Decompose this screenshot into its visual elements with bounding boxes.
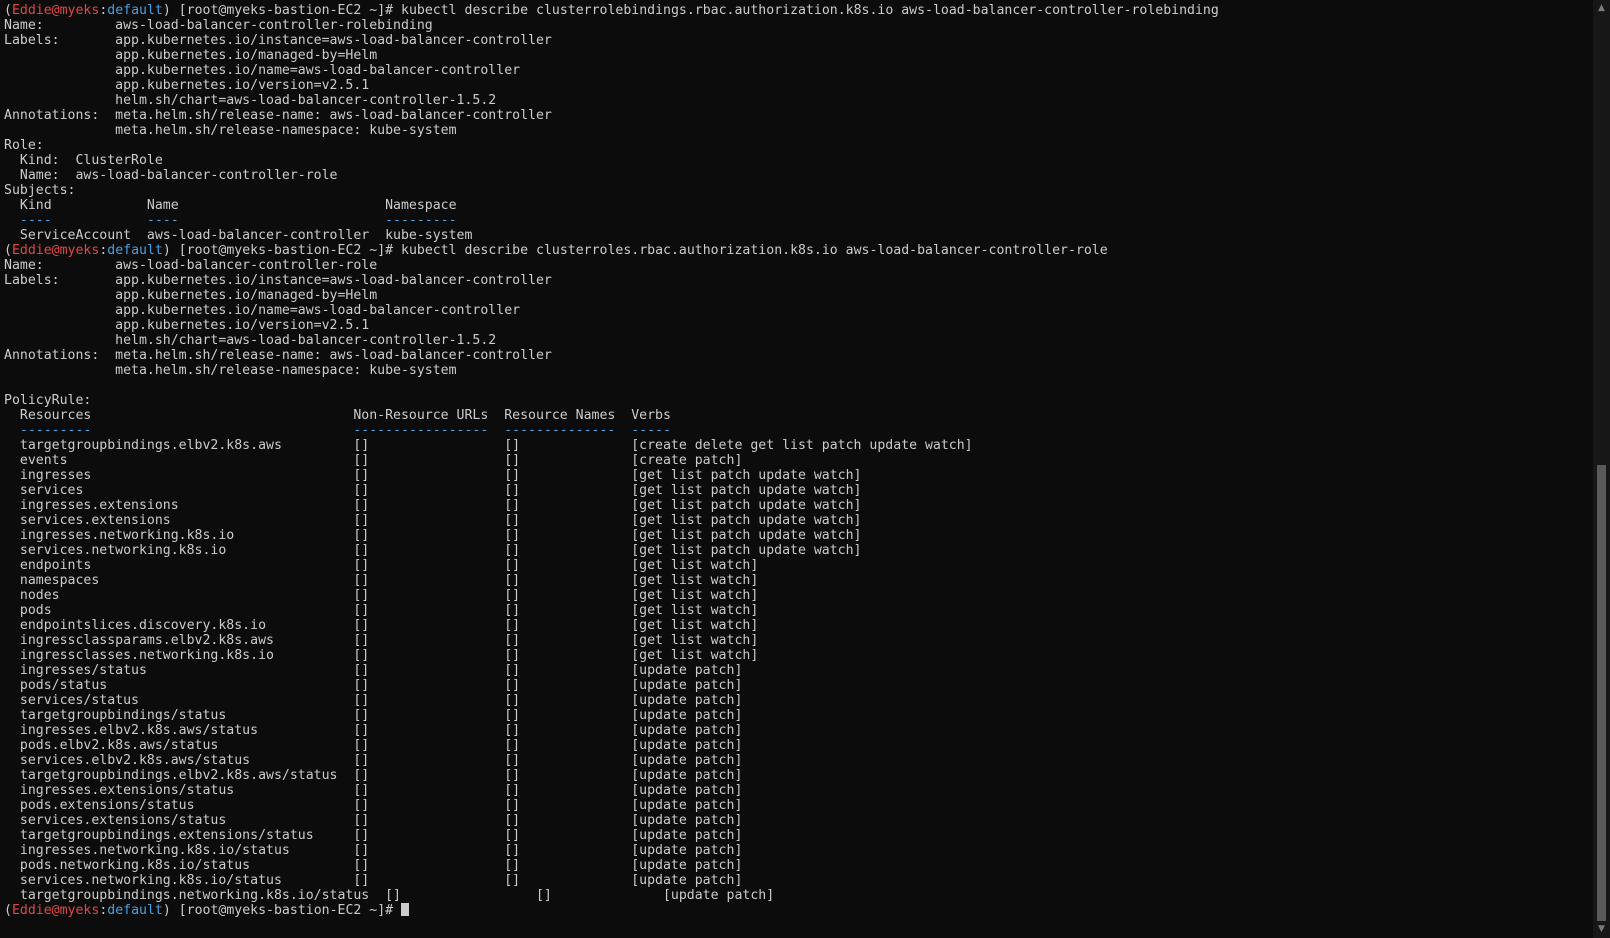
- output-line: app.kubernetes.io/name=aws-load-balancer…: [4, 303, 521, 318]
- policy-row: ingresses [] [] [get list patch update w…: [4, 468, 862, 483]
- prompt-context: default: [107, 903, 163, 918]
- policy-row: services.networking.k8s.io [] [] [get li…: [4, 543, 862, 558]
- output-line: app.kubernetes.io/name=aws-load-balancer…: [4, 63, 521, 78]
- prompt-host: myeks: [59, 903, 100, 918]
- prompt-context: default: [107, 243, 163, 258]
- output-line: Labels: app.kubernetes.io/instance=aws-l…: [4, 273, 552, 288]
- policy-row: events [] [] [create patch]: [4, 453, 743, 468]
- output-line: helm.sh/chart=aws-load-balancer-controll…: [4, 93, 497, 108]
- prompt-user: Eddie: [11, 3, 52, 18]
- policy-rows: targetgroupbindings.elbv2.k8s.aws [] [] …: [4, 438, 1589, 903]
- prompt-open: (: [4, 243, 12, 258]
- output-line: Annotations: meta.helm.sh/release-name: …: [4, 348, 552, 363]
- command-1: kubectl describe clusterrolebindings.rba…: [401, 3, 1219, 18]
- policy-row: services.elbv2.k8s.aws/status [] [] [upd…: [4, 753, 743, 768]
- policy-row: pods [] [] [get list watch]: [4, 603, 759, 618]
- policy-row: nodes [] [] [get list watch]: [4, 588, 759, 603]
- policy-row: targetgroupbindings.extensions/status []…: [4, 828, 743, 843]
- command-2: kubectl describe clusterroles.rbac.autho…: [401, 243, 1108, 258]
- prompt-at: @: [51, 3, 60, 18]
- terminal-output: (Eddie@myeks:default) [root@myeks-bastio…: [4, 3, 1589, 918]
- prompt-at: @: [51, 243, 60, 258]
- policy-row: endpoints [] [] [get list watch]: [4, 558, 759, 573]
- output-line: app.kubernetes.io/managed-by=Helm: [4, 48, 378, 63]
- policy-row: pods.extensions/status [] [] [update pat…: [4, 798, 743, 813]
- policy-row: services.extensions [] [] [get list patc…: [4, 513, 862, 528]
- text-cursor[interactable]: [401, 903, 410, 916]
- rolebinding-output: Name: aws-load-balancer-controller-roleb…: [4, 18, 1589, 243]
- policy-row: services.networking.k8s.io/status [] [] …: [4, 873, 743, 888]
- vertical-scrollbar[interactable]: ▲ ▼: [1593, 0, 1610, 938]
- policy-row: ingresses.elbv2.k8s.aws/status [] [] [up…: [4, 723, 743, 738]
- output-line: meta.helm.sh/release-namespace: kube-sys…: [4, 123, 457, 138]
- policy-row: endpointslices.discovery.k8s.io [] [] [g…: [4, 618, 759, 633]
- policy-row: services/status [] [] [update patch]: [4, 693, 743, 708]
- policy-row: targetgroupbindings.networking.k8s.io/st…: [4, 888, 775, 903]
- output-line: Name: aws-load-balancer-controller-role: [4, 258, 378, 273]
- prompt-open: (: [4, 3, 12, 18]
- output-line: app.kubernetes.io/managed-by=Helm: [4, 288, 378, 303]
- subjects-row: ServiceAccount aws-load-balancer-control…: [4, 228, 473, 243]
- prompt-context: default: [107, 3, 163, 18]
- output-line: meta.helm.sh/release-namespace: kube-sys…: [4, 363, 457, 378]
- policy-row: ingressclassparams.elbv2.k8s.aws [] [] […: [4, 633, 759, 648]
- output-line: Name: aws-load-balancer-controller-roleb…: [4, 18, 433, 33]
- prompt-line-3[interactable]: (Eddie@myeks:default) [root@myeks-bastio…: [4, 903, 1589, 918]
- subjects-dashes: ---- ---- ---------: [4, 213, 457, 228]
- output-line: Annotations: meta.helm.sh/release-name: …: [4, 108, 552, 123]
- policy-row: services.extensions/status [] [] [update…: [4, 813, 743, 828]
- output-line: Name: aws-load-balancer-controller-role: [4, 168, 338, 183]
- output-line: PolicyRule:: [4, 393, 92, 408]
- prompt-rest: ) [root@myeks-bastion-EC2 ~]#: [162, 243, 402, 258]
- prompt-host: myeks: [59, 3, 100, 18]
- policy-row: ingresses.extensions/status [] [] [updat…: [4, 783, 743, 798]
- prompt-line-1: (Eddie@myeks:default) [root@myeks-bastio…: [4, 3, 1589, 18]
- output-line: helm.sh/chart=aws-load-balancer-controll…: [4, 333, 497, 348]
- scroll-down-arrow-icon[interactable]: ▼: [1593, 921, 1610, 938]
- policy-row: ingresses.extensions [] [] [get list pat…: [4, 498, 862, 513]
- prompt-at: @: [51, 903, 60, 918]
- policy-row: targetgroupbindings.elbv2.k8s.aws/status…: [4, 768, 743, 783]
- scroll-up-arrow-icon[interactable]: ▲: [1593, 0, 1610, 17]
- clusterrole-output: Name: aws-load-balancer-controller-role …: [4, 258, 1589, 903]
- policy-row: namespaces [] [] [get list watch]: [4, 573, 759, 588]
- output-line: Subjects:: [4, 183, 76, 198]
- prompt-user: Eddie: [11, 243, 52, 258]
- policy-row: ingressclasses.networking.k8s.io [] [] […: [4, 648, 759, 663]
- output-line: Kind: ClusterRole: [4, 153, 163, 168]
- output-line: Labels: app.kubernetes.io/instance=aws-l…: [4, 33, 552, 48]
- policy-row: services [] [] [get list patch update wa…: [4, 483, 862, 498]
- prompt-rest: ) [root@myeks-bastion-EC2 ~]#: [162, 903, 402, 918]
- terminal-window[interactable]: (Eddie@myeks:default) [root@myeks-bastio…: [0, 0, 1610, 938]
- policy-row: pods/status [] [] [update patch]: [4, 678, 743, 693]
- policy-row: ingresses/status [] [] [update patch]: [4, 663, 743, 678]
- policy-row: pods.networking.k8s.io/status [] [] [upd…: [4, 858, 743, 873]
- policy-row: ingresses.networking.k8s.io/status [] []…: [4, 843, 743, 858]
- output-line: Role:: [4, 138, 44, 153]
- policy-header: Resources Non-Resource URLs Resource Nam…: [4, 408, 671, 423]
- scrollbar-thumb[interactable]: [1597, 465, 1606, 921]
- prompt-open: (: [4, 903, 12, 918]
- prompt-line-2: (Eddie@myeks:default) [root@myeks-bastio…: [4, 243, 1589, 258]
- output-line: app.kubernetes.io/version=v2.5.1: [4, 78, 370, 93]
- policy-row: targetgroupbindings.elbv2.k8s.aws [] [] …: [4, 438, 973, 453]
- policy-row: ingresses.networking.k8s.io [] [] [get l…: [4, 528, 862, 543]
- prompt-rest: ) [root@myeks-bastion-EC2 ~]#: [162, 3, 402, 18]
- policy-row: pods.elbv2.k8s.aws/status [] [] [update …: [4, 738, 743, 753]
- subjects-header: Kind Name Namespace: [4, 198, 457, 213]
- policy-dashes: --------- ----------------- ------------…: [4, 423, 671, 438]
- prompt-user: Eddie: [11, 903, 52, 918]
- prompt-host: myeks: [59, 243, 100, 258]
- output-line: app.kubernetes.io/version=v2.5.1: [4, 318, 370, 333]
- policy-row: targetgroupbindings/status [] [] [update…: [4, 708, 743, 723]
